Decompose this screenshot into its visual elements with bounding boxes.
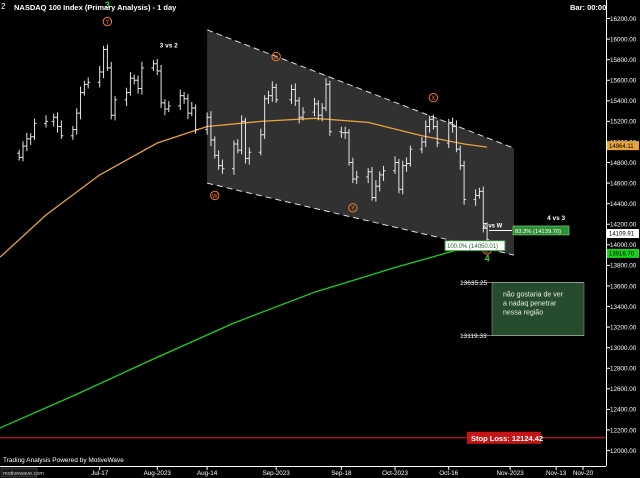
chart-title: NASDAQ 100 Index (Primary Analysis) - 1 …	[14, 3, 177, 12]
wave-count-4: 4	[485, 253, 490, 263]
ohlc-bar[interactable]	[74, 108, 79, 135]
ohlc-bar[interactable]	[151, 60, 156, 71]
y-tick-label: 14200.00	[610, 222, 637, 229]
x-tick-label: Jul-17	[91, 470, 109, 477]
wave-note: 3 vs 2	[160, 42, 178, 49]
ohlc-bar[interactable]	[189, 101, 194, 117]
y-tick-label: 14800.00	[610, 160, 637, 167]
y-tick-label: 13400.00	[610, 304, 637, 311]
ohlc-bar[interactable]	[78, 86, 83, 120]
x-tick-label: Oct-2023	[382, 470, 408, 477]
z-vs-w-label: Z vs W	[483, 223, 503, 229]
y-tick-label: 12200.00	[610, 427, 637, 434]
x-tick-label: Aug-14	[197, 470, 218, 477]
bar-time-label: Bar: 00:00	[570, 3, 606, 12]
y-tick-label: 13600.00	[610, 283, 637, 290]
sma-slow-tag-value: 13916.70	[609, 252, 635, 258]
ohlc-bar[interactable]	[44, 115, 49, 128]
ohlc-bar[interactable]	[193, 104, 198, 134]
zone-note-line: nessa região	[503, 309, 543, 316]
x-tick-label: Aug-2023	[144, 470, 172, 477]
ohlc-bar[interactable]	[109, 61, 114, 120]
wave-label-y: Y	[105, 20, 109, 26]
y-tick-label: 14600.00	[610, 180, 637, 187]
y-tick-label: 12800.00	[610, 366, 637, 373]
y-tick-label: 14000.00	[610, 242, 637, 249]
ohlc-bar[interactable]	[86, 77, 91, 89]
ohlc-bar[interactable]	[70, 126, 75, 140]
header-prefix: 2	[1, 2, 6, 11]
wave-note: 4 vs 3	[547, 215, 565, 222]
x-tick-label: Oct-16	[439, 470, 458, 477]
ohlc-bar[interactable]	[136, 75, 141, 94]
x-tick-label: Nov-2023	[496, 470, 524, 477]
ohlc-bar[interactable]	[32, 118, 37, 140]
ohlc-bar[interactable]	[97, 65, 102, 88]
last-price-tag-value: 14109.91	[609, 232, 635, 238]
ohlc-bar[interactable]	[28, 133, 33, 146]
y-tick-label: 13800.00	[610, 263, 637, 270]
y-tick-label: 12400.00	[610, 407, 637, 414]
wave-label-x: X	[431, 96, 435, 102]
trend-channel[interactable]	[207, 29, 514, 256]
watermark-text: motivewave.com	[3, 471, 44, 477]
price-chart[interactable]: 3Y3 vs 2XWYXZ44 vs 3Z vs W83.3% (14139.7…	[0, 0, 640, 478]
wave-label-w: W	[212, 194, 218, 200]
ohlc-bar[interactable]	[55, 112, 60, 133]
chart-window: 3Y3 vs 2XWYXZ44 vs 3Z vs W 83.3% (14139.7…	[0, 0, 640, 478]
ohlc-bar[interactable]	[24, 132, 29, 152]
ohlc-bar[interactable]	[139, 61, 144, 95]
ohlc-bar[interactable]	[185, 93, 190, 120]
ohlc-bar[interactable]	[17, 149, 22, 161]
ohlc-bar[interactable]	[155, 58, 160, 76]
sma-slow-line[interactable]	[0, 241, 488, 429]
ohlc-bar[interactable]	[101, 45, 106, 79]
time-axis[interactable]: Jul-17 Aug-2023 Aug-14 Sep-2023 Sep-18 Oct-20…	[91, 466, 594, 477]
x-tick-label: Sep-18	[331, 470, 352, 477]
ohlc-bar[interactable]	[124, 87, 129, 106]
y-tick-label: 12000.00	[610, 448, 637, 455]
powered-by-text: Trading Analysis Powered by MotiveWave	[3, 457, 124, 464]
stop-loss-text: Stop Loss: 12124.42	[471, 434, 543, 443]
ohlc-bar[interactable]	[82, 80, 87, 96]
ohlc-bar[interactable]	[132, 74, 137, 85]
y-tick-label: 15400.00	[610, 98, 637, 105]
ohlc-bar[interactable]	[128, 72, 133, 96]
ohlc-bar[interactable]	[178, 89, 183, 111]
y-tick-label: 15600.00	[610, 78, 637, 85]
sma-fast-tag-value: 14964.11	[609, 144, 634, 150]
ohlc-bar[interactable]	[51, 113, 56, 127]
y-tick-label: 16000.00	[610, 36, 637, 43]
x-tick-label: Nov-13	[546, 470, 567, 477]
zone-bottom-value: 13119.33	[460, 333, 487, 340]
ohlc-bar[interactable]	[182, 92, 187, 104]
ohlc-bar[interactable]	[59, 120, 64, 139]
y-tick-label: 12600.00	[610, 386, 637, 393]
z-vs-w-value: 83.3% (14139.70)	[515, 229, 561, 235]
y-tick-label: 16200.00	[610, 16, 637, 23]
retrace-100-label: 100.0% (14050.01)	[447, 244, 498, 250]
y-tick-label: 14400.00	[610, 201, 637, 208]
y-tick-label: 13000.00	[610, 345, 637, 352]
ohlc-bar[interactable]	[21, 141, 26, 162]
ohlc-bar[interactable]	[166, 101, 171, 113]
wave-label-y: Y	[351, 206, 355, 212]
zone-note-line: não gostaria de ver	[503, 291, 564, 298]
y-tick-label: 15800.00	[610, 57, 637, 64]
zone-top-value: 13635.25	[460, 280, 487, 287]
x-tick-label: Sep-2023	[262, 470, 290, 477]
ohlc-bar[interactable]	[105, 44, 110, 71]
ohlc-bar[interactable]	[159, 64, 164, 109]
wave-label-x: X	[274, 55, 278, 61]
y-tick-label: 13200.00	[610, 324, 637, 331]
zone-note-line: a nadaq penetrar	[503, 300, 557, 307]
ohlc-bar[interactable]	[162, 99, 167, 116]
ohlc-bar[interactable]	[113, 96, 118, 121]
y-tick-label: 15200.00	[610, 119, 637, 126]
x-tick-label: Nov-20	[573, 470, 594, 477]
